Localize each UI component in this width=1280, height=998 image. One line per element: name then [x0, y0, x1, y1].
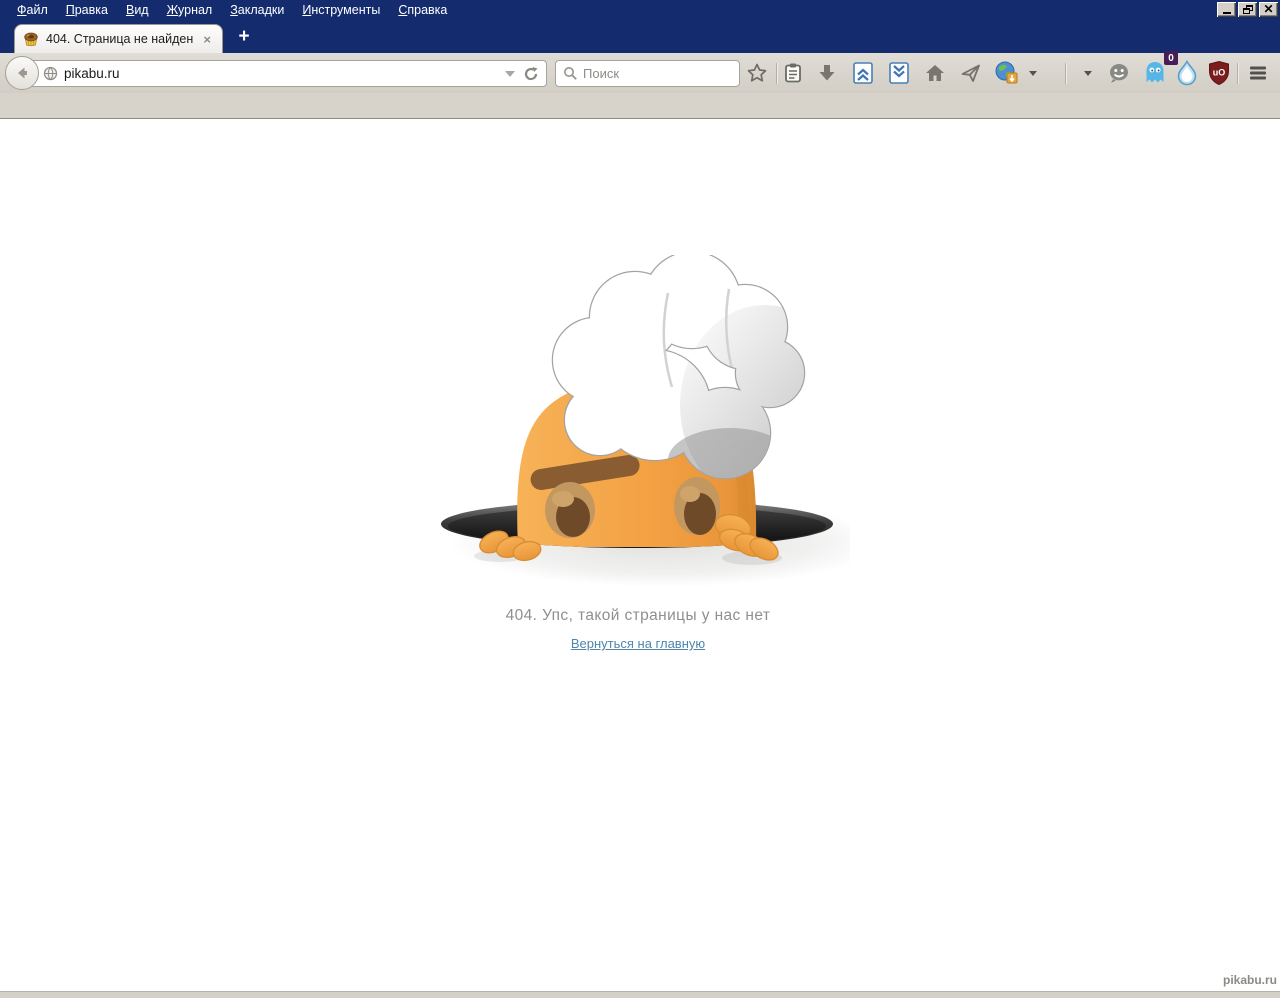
bookmark-star-button[interactable] [741, 57, 773, 89]
scroll-to-top-button[interactable] [847, 57, 879, 89]
drop-addon-button[interactable] [1171, 57, 1203, 89]
menu-help[interactable]: Справка [389, 0, 456, 21]
window-controls: ✕ [1217, 2, 1278, 17]
download-helper-dropdown[interactable] [1022, 57, 1044, 89]
send-plane-icon [961, 64, 980, 82]
browser-window: Файл Правка Вид Журнал Закладки Инструме… [0, 0, 1280, 998]
site-globe-icon [43, 66, 58, 81]
search-input[interactable] [583, 66, 732, 81]
search-bar[interactable] [555, 60, 740, 87]
menu-bar: Файл Правка Вид Журнал Закладки Инструме… [0, 0, 456, 21]
home-button[interactable] [919, 57, 951, 89]
pikabu-favicon [24, 32, 38, 47]
menu-edit[interactable]: Правка [57, 0, 117, 21]
return-home-link[interactable]: Вернуться на главную [571, 636, 705, 651]
globe-download-icon [995, 61, 1018, 84]
window-bottom-border [0, 991, 1280, 998]
scroll-to-bottom-button[interactable] [883, 57, 915, 89]
downloads-arrow-icon [819, 65, 835, 81]
titlebar: Файл Правка Вид Журнал Закладки Инструме… [0, 0, 1280, 21]
reload-icon [524, 66, 538, 80]
minimize-button[interactable] [1217, 2, 1236, 17]
download-helper-button[interactable] [991, 57, 1023, 89]
tab-bar: 404. Страница не найдена × + [0, 21, 1280, 53]
close-button[interactable]: ✕ [1259, 2, 1278, 17]
scroll-to-top-icon [853, 62, 873, 84]
bookmarks-list-icon [785, 63, 801, 83]
url-bar[interactable] [24, 60, 547, 87]
menu-file[interactable]: Файл [8, 0, 57, 21]
bookmarks-list-button[interactable] [777, 57, 809, 89]
toolbar-separator [1065, 63, 1066, 84]
page-content: 404. Упс, такой страницы у нас нет Верну… [0, 119, 1280, 991]
pikabu-404-mascot-illustration [441, 255, 850, 587]
toolbar-dropdown-icon [1029, 70, 1037, 76]
url-dropdown-icon[interactable] [505, 70, 515, 77]
ublock-label: uO [1213, 68, 1226, 78]
back-icon [18, 67, 27, 79]
url-input[interactable] [64, 66, 505, 81]
tab-active[interactable]: 404. Страница не найдена × [14, 24, 223, 53]
smiley-addon-button[interactable] [1103, 57, 1135, 89]
back-button[interactable] [5, 56, 39, 90]
ublock-shield-icon: uO [1209, 60, 1229, 86]
overflow-dropdown-icon [1084, 70, 1092, 76]
menu-view[interactable]: Вид [117, 0, 158, 21]
minimize-icon [1222, 12, 1231, 14]
new-tab-button[interactable]: + [231, 27, 257, 48]
smiley-bubble-icon [1110, 64, 1128, 83]
hamburger-menu-icon [1250, 66, 1266, 80]
menu-hamburger-button[interactable] [1242, 57, 1274, 89]
water-drop-icon [1177, 60, 1197, 86]
search-magnifier-icon [564, 67, 577, 80]
restore-icon [1242, 5, 1253, 14]
menu-history[interactable]: Журнал [158, 0, 222, 21]
toolbar-separator [1237, 63, 1238, 84]
home-icon [926, 65, 944, 81]
tab-title: 404. Страница не найдена [46, 32, 194, 46]
downloads-button[interactable] [811, 57, 843, 89]
close-icon: ✕ [1263, 2, 1274, 16]
ghostery-button[interactable]: 0 [1139, 51, 1178, 89]
ublock-button[interactable]: uO [1203, 57, 1235, 89]
menu-tools[interactable]: Инструменты [293, 0, 389, 21]
error-heading: 404. Упс, такой страницы у нас нет [505, 607, 771, 624]
send-button[interactable] [955, 57, 987, 89]
scroll-to-bottom-icon [889, 62, 909, 84]
overflow-dropdown-button[interactable] [1077, 57, 1099, 89]
bookmark-star-icon [747, 63, 767, 82]
tab-close-icon[interactable]: × [200, 32, 214, 47]
watermark: pikabu.ru [1222, 973, 1277, 987]
reload-button[interactable] [523, 66, 539, 82]
menu-bookmarks[interactable]: Закладки [221, 0, 293, 21]
restore-button[interactable] [1238, 2, 1257, 17]
bookmarks-toolbar [0, 93, 1280, 119]
navigation-toolbar: 0 uO [0, 51, 1280, 93]
